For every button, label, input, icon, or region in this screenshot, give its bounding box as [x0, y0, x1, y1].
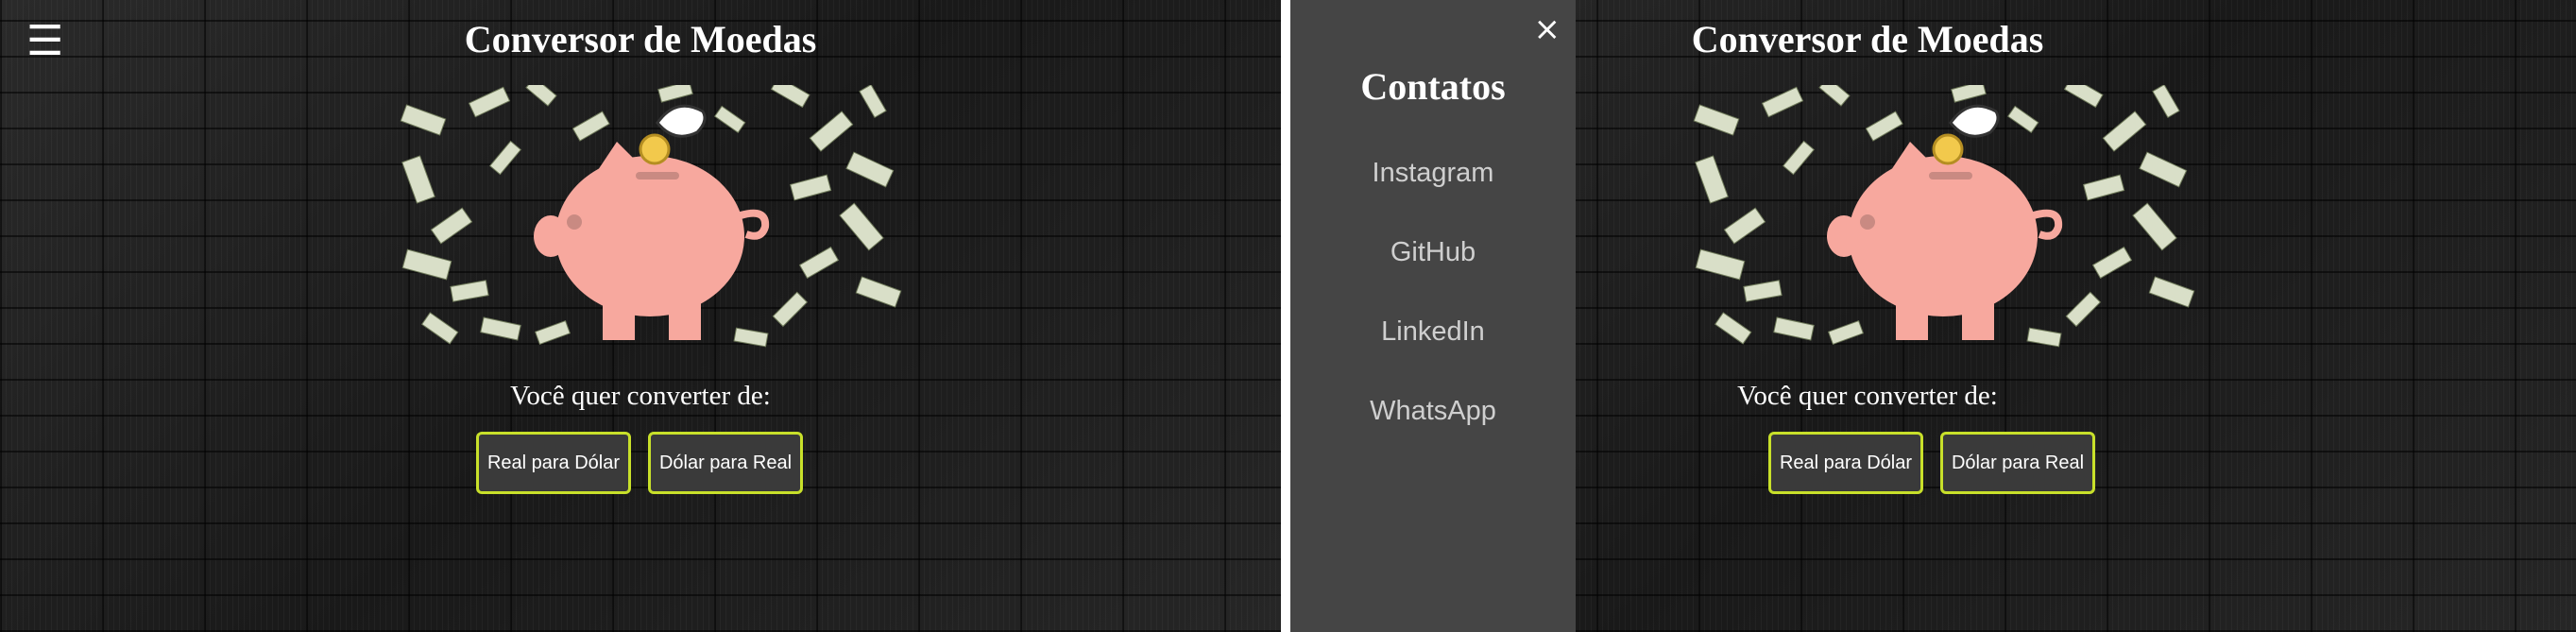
- side-menu-title: Contatos: [1360, 65, 1506, 108]
- piggy-bank-money-illustration: [1693, 85, 2195, 348]
- conversion-prompt: Você quer converter de:: [510, 381, 771, 411]
- piggy-bank-money-illustration: [400, 85, 902, 348]
- close-icon[interactable]: ×: [1534, 13, 1561, 45]
- instagram-link[interactable]: Instagram: [1290, 158, 1576, 189]
- linkedin-link[interactable]: LinkedIn: [1290, 316, 1576, 348]
- piggy-bank-icon: [534, 142, 770, 340]
- contacts-side-menu: × Contatos Instagram GitHub LinkedIn Wha…: [1290, 0, 1576, 632]
- conversion-prompt: Você quer converter de:: [1737, 381, 1998, 411]
- page-title: Conversor de Moedas: [464, 18, 817, 60]
- coin-icon: [639, 133, 671, 165]
- dollar-to-real-button[interactable]: Dólar para Real: [1940, 432, 2095, 494]
- hand-icon: [656, 104, 707, 138]
- coin-icon: [1932, 133, 1964, 165]
- page-title: Conversor de Moedas: [1691, 18, 2044, 60]
- real-to-dollar-button[interactable]: Real para Dólar: [1768, 432, 1923, 494]
- hand-icon: [1949, 104, 2000, 138]
- main-view-menu-closed: ☰ Conversor de Moedas Você quer converte…: [0, 0, 1281, 632]
- dollar-to-real-button[interactable]: Dólar para Real: [648, 432, 803, 494]
- real-to-dollar-button[interactable]: Real para Dólar: [476, 432, 631, 494]
- whatsapp-link[interactable]: WhatsApp: [1290, 396, 1576, 427]
- hamburger-menu-icon[interactable]: ☰: [26, 21, 63, 62]
- piggy-bank-icon: [1827, 142, 2063, 340]
- main-view-menu-open: Conversor de Moedas Você quer converter …: [1290, 0, 2576, 632]
- github-link[interactable]: GitHub: [1290, 237, 1576, 268]
